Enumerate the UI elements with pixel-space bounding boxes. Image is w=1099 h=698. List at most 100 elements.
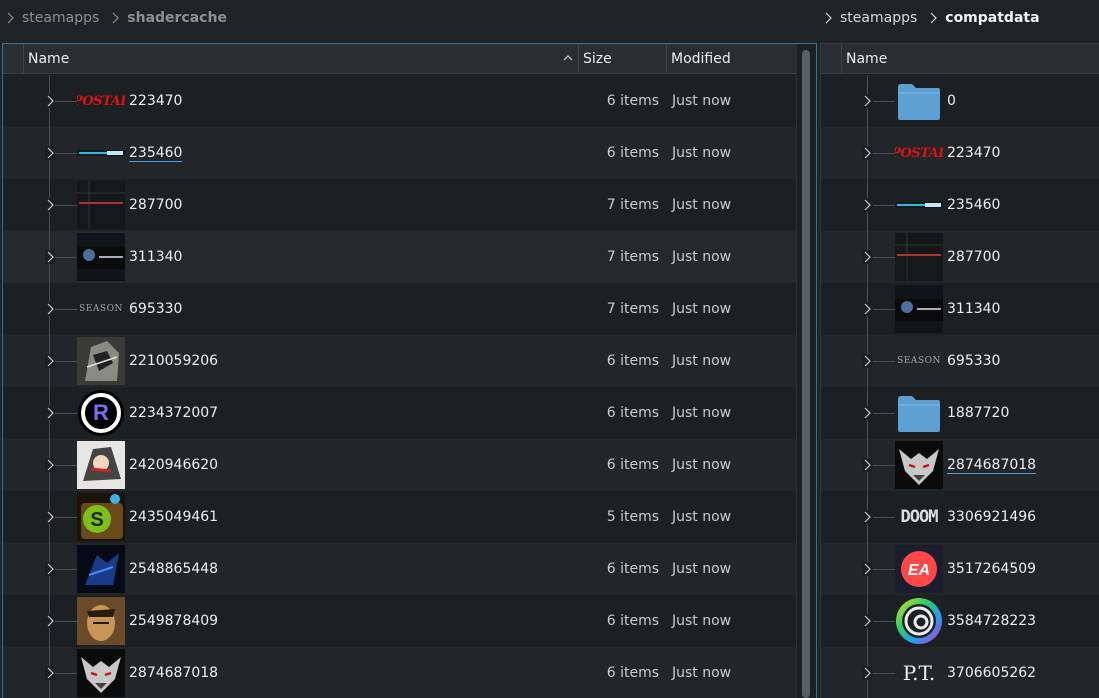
file-name[interactable]: 311340 bbox=[129, 249, 182, 265]
file-size: 6 items bbox=[606, 145, 659, 161]
file-row[interactable]: 2874687018 6 items Just now bbox=[3, 647, 796, 698]
expand-chevron-icon[interactable] bbox=[862, 250, 872, 264]
expand-chevron-icon[interactable] bbox=[45, 198, 55, 212]
expand-chevron-icon[interactable] bbox=[45, 94, 55, 108]
expand-chevron-icon[interactable] bbox=[45, 666, 55, 680]
file-name[interactable]: 0 bbox=[947, 93, 956, 109]
anime-character-icon bbox=[77, 441, 125, 489]
expand-chevron-icon[interactable] bbox=[45, 510, 55, 524]
expand-chevron-icon[interactable] bbox=[862, 510, 872, 524]
file-row[interactable]: SEASON 695330 bbox=[821, 335, 1099, 387]
file-row[interactable]: 287700 7 items Just now bbox=[3, 179, 796, 231]
file-name[interactable]: 2874687018 bbox=[947, 457, 1036, 473]
file-name[interactable]: 287700 bbox=[947, 249, 1000, 265]
file-row[interactable]: 3584728223 bbox=[821, 595, 1099, 647]
file-name[interactable]: 235460 bbox=[947, 197, 1000, 213]
witcher-wolf-icon bbox=[895, 441, 943, 489]
file-row[interactable]: 311340 bbox=[821, 283, 1099, 335]
tree-branch bbox=[55, 465, 77, 466]
file-name[interactable]: 2549878409 bbox=[129, 613, 218, 629]
file-name[interactable]: 311340 bbox=[947, 301, 1000, 317]
breadcrumb-item[interactable]: shadercache bbox=[109, 10, 237, 26]
expand-chevron-icon[interactable] bbox=[862, 406, 872, 420]
breadcrumb-item[interactable]: steamapps bbox=[4, 10, 109, 26]
expand-chevron-icon[interactable] bbox=[862, 614, 872, 628]
modified-column-header[interactable]: Modified bbox=[667, 44, 797, 73]
modified-header-label: Modified bbox=[671, 50, 731, 67]
expand-chevron-icon[interactable] bbox=[862, 354, 872, 368]
name-column-header[interactable]: Name bbox=[24, 44, 579, 73]
file-name[interactable]: 3306921496 bbox=[947, 509, 1036, 525]
expand-chevron-icon[interactable] bbox=[862, 146, 872, 160]
file-name[interactable]: 2234372007 bbox=[129, 405, 218, 421]
file-modified: Just now bbox=[672, 509, 732, 525]
expand-chevron-icon[interactable] bbox=[45, 354, 55, 368]
breadcrumb-item[interactable]: compatdata bbox=[927, 10, 1049, 26]
file-name[interactable]: 223470 bbox=[947, 145, 1000, 161]
expand-chevron-icon[interactable] bbox=[45, 146, 55, 160]
expand-chevron-icon[interactable] bbox=[862, 458, 872, 472]
file-name[interactable]: 2210059206 bbox=[129, 353, 218, 369]
expand-chevron-icon[interactable] bbox=[862, 302, 872, 316]
file-row[interactable]: 2548865448 6 items Just now bbox=[3, 543, 796, 595]
file-row[interactable]: P.T. 3706605262 bbox=[821, 647, 1099, 698]
file-name[interactable]: 1887720 bbox=[947, 405, 1009, 421]
file-row[interactable]: POSTAL223470 bbox=[821, 127, 1099, 179]
file-modified: Just now bbox=[672, 353, 732, 369]
expand-chevron-icon[interactable] bbox=[45, 250, 55, 264]
file-name[interactable]: 2420946620 bbox=[129, 457, 218, 473]
file-row[interactable]: 2420946620 6 items Just now bbox=[3, 439, 796, 491]
file-name[interactable]: 235460 bbox=[129, 145, 182, 161]
file-modified: Just now bbox=[672, 93, 732, 109]
file-row[interactable]: 311340 7 items Just now bbox=[3, 231, 796, 283]
file-row[interactable]: 287700 bbox=[821, 231, 1099, 283]
file-name[interactable]: 2435049461 bbox=[129, 509, 218, 525]
file-row[interactable]: DOOM 3306921496 bbox=[821, 491, 1099, 543]
file-name[interactable]: 3517264509 bbox=[947, 561, 1036, 577]
file-row[interactable]: 2549878409 6 items Just now bbox=[3, 595, 796, 647]
expand-chevron-icon[interactable] bbox=[862, 94, 872, 108]
expand-chevron-icon[interactable] bbox=[862, 562, 872, 576]
expand-chevron-icon[interactable] bbox=[45, 302, 55, 316]
file-row[interactable]: S 2435049461 5 items Just now bbox=[3, 491, 796, 543]
file-name[interactable]: 2874687018 bbox=[129, 665, 218, 681]
size-column-header[interactable]: Size bbox=[579, 44, 667, 73]
file-row[interactable]: 235460 6 items Just now bbox=[3, 127, 796, 179]
file-name[interactable]: 695330 bbox=[947, 353, 1000, 369]
expand-chevron-icon[interactable] bbox=[45, 562, 55, 576]
expand-chevron-icon[interactable] bbox=[45, 458, 55, 472]
expand-chevron-icon[interactable] bbox=[45, 614, 55, 628]
file-name[interactable]: 2548865448 bbox=[129, 561, 218, 577]
file-size: 5 items bbox=[606, 509, 659, 525]
file-row[interactable]: POSTAL223470 6 items Just now bbox=[3, 75, 796, 127]
file-modified: Just now bbox=[672, 301, 732, 317]
file-row[interactable]: 0 bbox=[821, 75, 1099, 127]
file-row[interactable]: EA 3517264509 bbox=[821, 543, 1099, 595]
tree-branch bbox=[55, 153, 77, 154]
file-size: 6 items bbox=[606, 405, 659, 421]
file-name[interactable]: 287700 bbox=[129, 197, 182, 213]
expand-chevron-icon[interactable] bbox=[862, 666, 872, 680]
file-row[interactable]: R 2234372007 6 items Just now bbox=[3, 387, 796, 439]
season-icon: SEASON bbox=[897, 356, 941, 366]
file-row[interactable]: SEASON 695330 7 items Just now bbox=[3, 283, 796, 335]
vertical-scrollbar[interactable] bbox=[796, 44, 816, 698]
expand-chevron-icon[interactable] bbox=[862, 198, 872, 212]
file-row[interactable]: 2874687018 bbox=[821, 439, 1099, 491]
file-row[interactable]: 1887720 bbox=[821, 387, 1099, 439]
file-name[interactable]: 3584728223 bbox=[947, 613, 1036, 629]
file-name[interactable]: 223470 bbox=[129, 93, 182, 109]
name-column-header[interactable]: Name bbox=[842, 44, 1099, 73]
file-name[interactable]: 695330 bbox=[129, 301, 182, 317]
right-breadcrumb: steamapps compatdata bbox=[822, 0, 1050, 36]
file-size: 7 items bbox=[606, 197, 659, 213]
scrollbar-thumb[interactable] bbox=[802, 50, 810, 698]
tree-branch bbox=[873, 361, 895, 362]
file-row[interactable]: 2210059206 6 items Just now bbox=[3, 335, 796, 387]
file-size: 6 items bbox=[606, 93, 659, 109]
expand-chevron-icon[interactable] bbox=[45, 406, 55, 420]
file-row[interactable]: 235460 bbox=[821, 179, 1099, 231]
file-name[interactable]: 3706605262 bbox=[947, 665, 1036, 681]
file-modified: Just now bbox=[672, 197, 732, 213]
breadcrumb-item[interactable]: steamapps bbox=[822, 10, 927, 26]
